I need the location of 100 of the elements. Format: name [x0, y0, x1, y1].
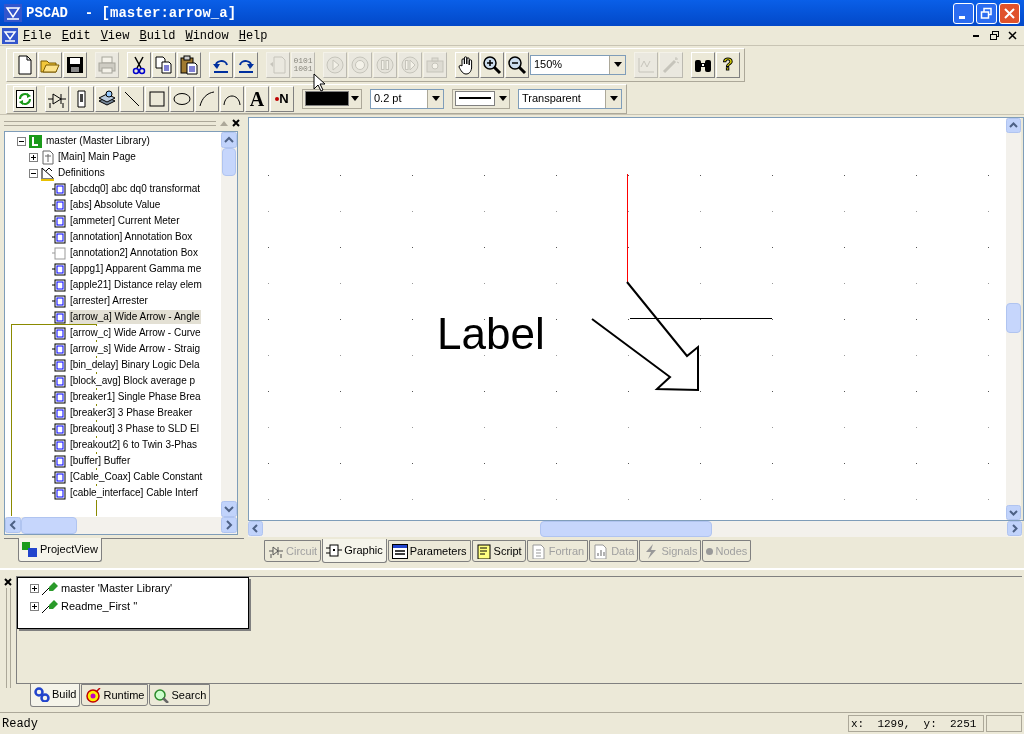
- tree-item[interactable]: [cable_interface] Cable Interf: [69, 486, 199, 500]
- magnifier-icon: [153, 687, 170, 703]
- tree-item[interactable]: [ammeter] Current Meter: [69, 214, 181, 228]
- rect-button[interactable]: [145, 85, 169, 112]
- scroll-right-icon[interactable]: [1007, 521, 1022, 536]
- workspace-item[interactable]: Readme_First '': [61, 597, 138, 615]
- ellipse-button[interactable]: [170, 85, 194, 112]
- dropdown[interactable]: Transparent: [518, 88, 622, 109]
- tab[interactable]: Graphic: [322, 539, 387, 563]
- tree-item[interactable]: [appg1] Apparent Gamma me: [69, 262, 203, 276]
- scroll-up-icon[interactable]: [221, 132, 237, 148]
- tree-item[interactable]: [breaker1] Single Phase Brea: [69, 390, 202, 404]
- new-button[interactable]: [13, 51, 37, 78]
- workspace-item[interactable]: master 'Master Library': [61, 579, 173, 597]
- tree-item[interactable]: [arrow_s] Wide Arrow - Straig: [69, 342, 202, 356]
- probe-button[interactable]: [70, 85, 94, 112]
- redo-button[interactable]: [234, 51, 258, 78]
- tree-item[interactable]: [abs] Absolute Value: [69, 198, 162, 212]
- tree-item[interactable]: [arrow_c] Wide Arrow - Curve: [69, 326, 202, 340]
- menu-item[interactable]: Window: [180, 26, 234, 45]
- menu-item[interactable]: File: [18, 26, 57, 45]
- horizontal-scrollbar[interactable]: [248, 521, 1022, 537]
- vertical-scrollbar[interactable]: [221, 132, 237, 517]
- tree-item[interactable]: [arrester] Arrester: [69, 294, 149, 308]
- tab[interactable]: Parameters: [387, 540, 471, 562]
- paste-button[interactable]: [177, 51, 201, 78]
- tree-item[interactable]: [block_avg] Block average p: [69, 374, 197, 388]
- text-tool-button[interactable]: A: [245, 85, 269, 112]
- tab[interactable]: Search: [149, 684, 211, 706]
- tree-item[interactable]: [breakout2] 6 to Twin 3-Phas: [69, 438, 199, 452]
- node-label-button[interactable]: N: [270, 85, 294, 112]
- scroll-down-icon[interactable]: [221, 501, 237, 517]
- tree-item[interactable]: [breaker3] 3 Phase Breaker: [69, 406, 194, 420]
- line-style-dropdown[interactable]: [452, 88, 510, 109]
- hand-button[interactable]: [455, 51, 479, 78]
- menu-item[interactable]: Edit: [56, 26, 96, 45]
- expander[interactable]: [17, 136, 26, 146]
- scroll-thumb[interactable]: [21, 517, 77, 534]
- layers-button[interactable]: [95, 85, 119, 112]
- rectangle-tool-icon: [147, 88, 167, 109]
- expander[interactable]: [30, 601, 39, 611]
- scroll-left-icon[interactable]: [5, 517, 21, 533]
- horizontal-scrollbar[interactable]: [5, 517, 237, 534]
- scroll-thumb[interactable]: [1006, 303, 1021, 333]
- restore-button[interactable]: [976, 2, 997, 24]
- scroll-up-icon[interactable]: [1006, 118, 1021, 133]
- close-icon: [1003, 6, 1016, 20]
- vertical-scrollbar[interactable]: [1006, 118, 1021, 520]
- tree-item[interactable]: [buffer] Buffer: [69, 454, 132, 468]
- dropdown[interactable]: 150%: [530, 54, 626, 75]
- panel-grip[interactable]: [4, 120, 216, 126]
- binoculars-button[interactable]: [691, 51, 715, 78]
- tree-item[interactable]: [apple21] Distance relay elem: [69, 278, 203, 292]
- expander[interactable]: [30, 583, 39, 593]
- open-button[interactable]: [38, 51, 62, 78]
- expander[interactable]: [29, 152, 38, 162]
- caret-icon: [431, 96, 440, 101]
- cut-button[interactable]: [127, 51, 151, 78]
- tree-item[interactable]: [Cable_Coax] Cable Constant: [69, 470, 204, 484]
- tree-item[interactable]: [breakout] 3 Phase to SLD El: [69, 422, 200, 436]
- zoom-out-button[interactable]: [505, 51, 529, 78]
- component-button[interactable]: [45, 85, 69, 112]
- save-button[interactable]: [63, 51, 87, 78]
- scroll-right-icon[interactable]: [221, 517, 237, 533]
- minimize-button[interactable]: [953, 2, 974, 24]
- zoom-in-button[interactable]: [480, 51, 504, 78]
- scroll-left-icon[interactable]: [248, 521, 263, 536]
- panel-grip[interactable]: [5, 588, 11, 688]
- close-button[interactable]: [999, 2, 1020, 24]
- drawing-canvas[interactable]: Label: [249, 118, 1006, 520]
- refresh-button[interactable]: [13, 85, 37, 112]
- scroll-thumb[interactable]: [222, 148, 236, 176]
- tree-item[interactable]: [abcdq0] abc dq0 transformat: [69, 182, 202, 196]
- tree-item[interactable]: master (Master Library): [45, 134, 151, 148]
- tab[interactable]: ProjectView: [18, 538, 102, 562]
- tab[interactable]: Script: [471, 540, 526, 562]
- close-icon[interactable]: [4, 578, 12, 586]
- color-dropdown[interactable]: [302, 88, 362, 109]
- copy-button[interactable]: [152, 51, 176, 78]
- expander[interactable]: [29, 168, 38, 178]
- dropdown[interactable]: 0.2 pt: [370, 88, 444, 109]
- menu-item[interactable]: Build: [134, 26, 181, 45]
- tree-item[interactable]: [bin_delay] Binary Logic Dela: [69, 358, 201, 372]
- tab[interactable]: Build: [30, 683, 81, 707]
- tree-item[interactable]: [Main] Main Page: [57, 150, 137, 164]
- menu-item[interactable]: View: [95, 26, 135, 45]
- curve-button[interactable]: [220, 85, 244, 112]
- undo-button[interactable]: [209, 51, 233, 78]
- tree-item[interactable]: [arrow_a] Wide Arrow - Angle: [69, 310, 201, 324]
- arc-button[interactable]: [195, 85, 219, 112]
- tree-item[interactable]: [annotation] Annotation Box: [69, 230, 194, 244]
- close-icon[interactable]: [232, 119, 240, 127]
- scroll-thumb[interactable]: [540, 521, 712, 537]
- scroll-down-icon[interactable]: [1006, 505, 1021, 520]
- pen-icon: [41, 598, 59, 614]
- tab[interactable]: Runtime: [81, 684, 149, 706]
- menu-item[interactable]: Help: [233, 26, 273, 45]
- line-button[interactable]: [120, 85, 144, 112]
- canvas-label[interactable]: Label: [437, 309, 545, 358]
- tree-item[interactable]: [annotation2] Annotation Box: [69, 246, 199, 260]
